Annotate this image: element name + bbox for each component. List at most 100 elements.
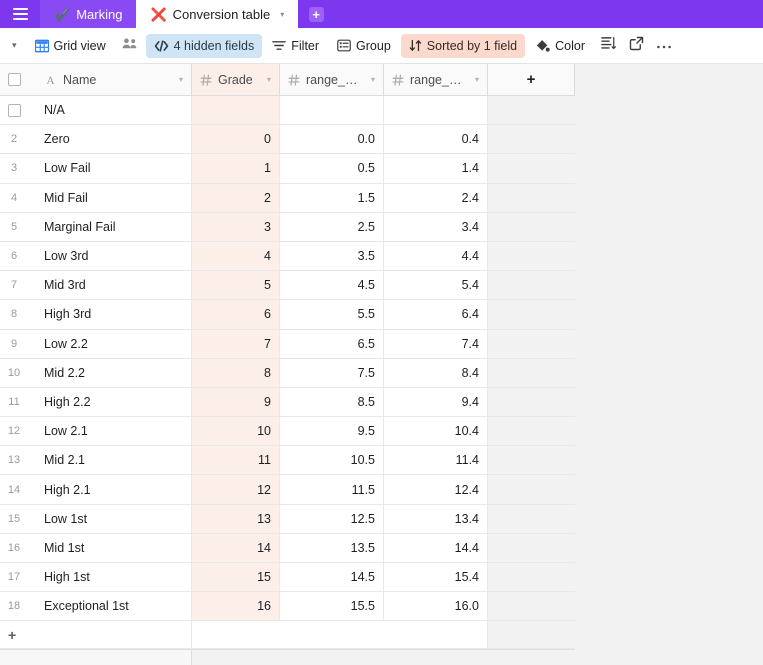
cell-name[interactable]: Low 3rd bbox=[28, 241, 192, 271]
column-header-range-max[interactable]: range_max ▾ bbox=[384, 64, 488, 95]
hidden-fields-button[interactable]: 4 hidden fields bbox=[145, 33, 263, 58]
group-button[interactable]: Group bbox=[329, 34, 399, 58]
cell-range-min[interactable]: 0.0 bbox=[280, 125, 384, 154]
cell-grade[interactable]: 12 bbox=[192, 475, 280, 504]
cell-name[interactable]: High 2.2 bbox=[28, 387, 192, 417]
cell-range-max[interactable]: 0.4 bbox=[384, 125, 488, 154]
cell-grade[interactable]: 2 bbox=[192, 183, 280, 212]
select-all-checkbox[interactable] bbox=[7, 73, 21, 86]
cell-range-min[interactable]: 2.5 bbox=[280, 212, 384, 241]
summary-bar-fields-section[interactable] bbox=[192, 650, 575, 665]
summary-bar-name-section[interactable] bbox=[0, 650, 192, 665]
table-row[interactable]: 11 High 2.2 9 8.5 9.4 bbox=[0, 387, 575, 418]
cell-name[interactable]: Exceptional 1st bbox=[28, 592, 192, 621]
add-field-button[interactable]: + bbox=[488, 64, 575, 95]
cell-name[interactable]: Zero bbox=[28, 125, 192, 154]
more-options-button[interactable] bbox=[651, 34, 677, 58]
cell-range-min[interactable]: 5.5 bbox=[280, 300, 384, 329]
cell-range-max[interactable]: 11.4 bbox=[384, 446, 488, 475]
cell-name[interactable]: Low 2.2 bbox=[28, 329, 192, 358]
cell-grade[interactable]: 8 bbox=[192, 358, 280, 387]
column-header-grade[interactable]: Grade ▾ bbox=[192, 64, 280, 95]
cell-grade[interactable]: 6 bbox=[192, 300, 280, 329]
cell-grade[interactable]: 10 bbox=[192, 417, 280, 446]
grid-view-button[interactable]: Grid view bbox=[27, 34, 114, 58]
cell-name[interactable]: Mid 1st bbox=[28, 533, 192, 562]
table-row[interactable]: 15 Low 1st 13 12.5 13.4 bbox=[0, 504, 575, 534]
table-row[interactable]: 16 Mid 1st 14 13.5 14.4 bbox=[0, 533, 575, 563]
cell-range-min[interactable]: 15.5 bbox=[280, 592, 384, 621]
cell-grade[interactable]: 7 bbox=[192, 329, 280, 358]
cell-range-max[interactable]: 14.4 bbox=[384, 533, 488, 562]
table-row[interactable]: 8 High 3rd 6 5.5 6.4 bbox=[0, 300, 575, 330]
cell-range-max[interactable]: 13.4 bbox=[384, 504, 488, 533]
sort-button[interactable]: Sorted by 1 field bbox=[400, 33, 526, 58]
table-row[interactable]: 18 Exceptional 1st 16 15.5 16.0 bbox=[0, 592, 575, 622]
cell-grade[interactable]: 5 bbox=[192, 271, 280, 300]
column-header-name[interactable]: A Name ▾ bbox=[28, 64, 192, 95]
cell-range-max[interactable]: 1.4 bbox=[384, 154, 488, 183]
cell-grade[interactable]: 15 bbox=[192, 563, 280, 592]
cell-range-max[interactable]: 9.4 bbox=[384, 387, 488, 417]
cell-range-min[interactable]: 6.5 bbox=[280, 329, 384, 358]
add-table-button[interactable]: + bbox=[298, 0, 334, 28]
cell-range-min[interactable]: 13.5 bbox=[280, 533, 384, 562]
cell-name[interactable]: Marginal Fail bbox=[28, 212, 192, 241]
row-select-checkbox-cell[interactable] bbox=[0, 96, 28, 124]
cell-range-min[interactable]: 3.5 bbox=[280, 241, 384, 271]
cell-grade[interactable]: 1 bbox=[192, 154, 280, 183]
cell-grade[interactable] bbox=[192, 96, 280, 125]
cell-range-min[interactable] bbox=[280, 96, 384, 125]
table-row[interactable]: 7 Mid 3rd 5 4.5 5.4 bbox=[0, 271, 575, 301]
chevron-down-icon[interactable]: ▾ bbox=[371, 75, 375, 84]
chevron-down-icon[interactable]: ▾ bbox=[179, 75, 183, 84]
cell-range-min[interactable]: 0.5 bbox=[280, 154, 384, 183]
cell-name[interactable]: High 2.1 bbox=[28, 475, 192, 504]
row-height-button[interactable] bbox=[595, 34, 621, 58]
cell-grade[interactable]: 14 bbox=[192, 533, 280, 562]
cell-range-max[interactable] bbox=[384, 96, 488, 125]
table-row[interactable]: 4 Mid Fail 2 1.5 2.4 bbox=[0, 183, 575, 213]
cell-name[interactable]: Mid 3rd bbox=[28, 271, 192, 300]
cell-grade[interactable]: 11 bbox=[192, 446, 280, 475]
cell-name[interactable]: Mid 2.1 bbox=[28, 446, 192, 475]
cell-range-max[interactable]: 4.4 bbox=[384, 241, 488, 271]
cell-name[interactable]: Mid 2.2 bbox=[28, 358, 192, 387]
cell-name[interactable]: Low Fail bbox=[28, 154, 192, 183]
select-all-checkbox-cell[interactable] bbox=[0, 64, 28, 95]
cell-range-max[interactable]: 10.4 bbox=[384, 417, 488, 446]
collaborators-button[interactable] bbox=[116, 37, 144, 55]
cell-name[interactable]: Mid Fail bbox=[28, 183, 192, 212]
view-sidebar-toggle[interactable]: ▾ bbox=[10, 40, 25, 51]
cell-name[interactable]: Low 2.1 bbox=[28, 417, 192, 446]
column-header-range-min[interactable]: range_min ▾ bbox=[280, 64, 384, 95]
cell-range-max[interactable]: 15.4 bbox=[384, 563, 488, 592]
chevron-down-icon[interactable]: ▾ bbox=[475, 75, 479, 84]
chevron-down-icon[interactable]: ▾ bbox=[267, 75, 271, 84]
cell-range-max[interactable]: 2.4 bbox=[384, 183, 488, 212]
cell-grade[interactable]: 13 bbox=[192, 504, 280, 533]
cell-range-min[interactable]: 8.5 bbox=[280, 387, 384, 417]
add-record-row[interactable]: + bbox=[0, 621, 575, 650]
table-row[interactable]: 12 Low 2.1 10 9.5 10.4 bbox=[0, 417, 575, 447]
share-view-button[interactable] bbox=[623, 34, 649, 58]
cell-range-min[interactable]: 1.5 bbox=[280, 183, 384, 212]
row-select-checkbox[interactable] bbox=[7, 103, 21, 117]
cell-name[interactable]: Low 1st bbox=[28, 504, 192, 533]
cell-range-min[interactable]: 12.5 bbox=[280, 504, 384, 533]
add-record-button[interactable]: + bbox=[0, 621, 192, 649]
tab-conversion-table[interactable]: ❌ Conversion table ▾ bbox=[136, 0, 299, 28]
cell-range-max[interactable]: 6.4 bbox=[384, 300, 488, 329]
cell-range-max[interactable]: 3.4 bbox=[384, 212, 488, 241]
table-row[interactable]: 17 High 1st 15 14.5 15.4 bbox=[0, 563, 575, 593]
cell-grade[interactable]: 0 bbox=[192, 125, 280, 154]
table-row[interactable]: 5 Marginal Fail 3 2.5 3.4 bbox=[0, 212, 575, 242]
table-row[interactable]: 2 Zero 0 0.0 0.4 bbox=[0, 125, 575, 155]
cell-range-min[interactable]: 10.5 bbox=[280, 446, 384, 475]
cell-grade[interactable]: 16 bbox=[192, 592, 280, 621]
filter-button[interactable]: Filter bbox=[264, 34, 327, 58]
cell-name[interactable]: N/A bbox=[28, 96, 192, 125]
cell-grade[interactable]: 4 bbox=[192, 241, 280, 271]
table-row[interactable]: N/A bbox=[0, 96, 575, 126]
main-menu-button[interactable] bbox=[0, 0, 40, 28]
